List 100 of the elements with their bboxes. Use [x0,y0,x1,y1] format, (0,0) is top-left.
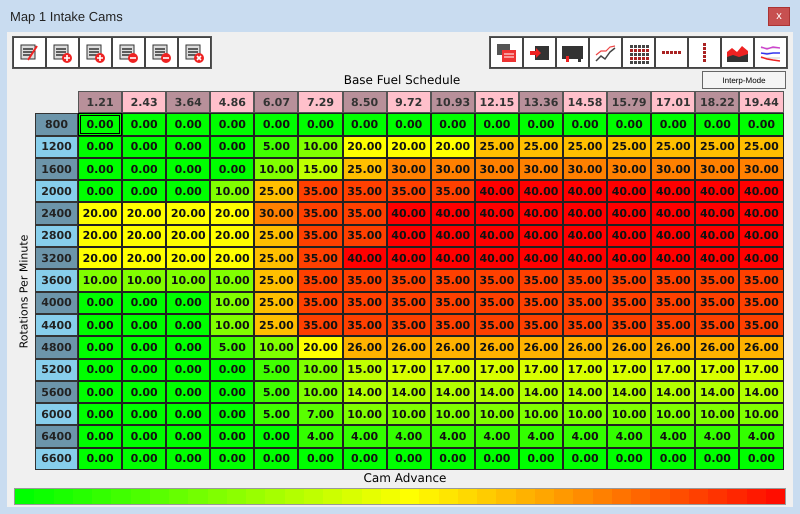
table-cell[interactable]: 0.00 [78,158,122,180]
table-cell[interactable]: 20.00 [122,247,166,270]
table-cell[interactable]: 10.00 [210,180,254,202]
table-cell[interactable]: 0.00 [518,113,564,136]
table-cell[interactable]: 35.00 [739,292,784,314]
table-cell[interactable]: 20.00 [166,224,210,248]
table-cell[interactable]: 35.00 [386,314,431,336]
table-cell[interactable]: 10.00 [386,403,431,426]
interp-mode-button[interactable]: Interp-Mode [702,71,786,89]
table-cell[interactable]: 35.00 [607,269,652,292]
table-cell[interactable]: 10.00 [210,314,254,336]
table-cell[interactable]: 0.00 [474,113,519,136]
toolbar-button[interactable] [589,37,622,68]
table-cell[interactable]: 25.00 [739,136,784,158]
table-cell[interactable]: 10.00 [298,136,343,158]
table-cell[interactable]: 0.00 [695,113,740,136]
table-cell[interactable]: 20.00 [210,247,254,270]
table-cell[interactable]: 25.00 [342,158,387,180]
table-cell[interactable]: 0.00 [607,113,652,136]
table-cell[interactable]: 40.00 [386,202,431,225]
table-cell[interactable]: 0.00 [78,425,122,448]
table-cell[interactable]: 0.00 [254,425,298,448]
toolbar-button[interactable] [178,37,211,68]
table-cell[interactable]: 0.00 [166,158,210,180]
table-cell[interactable]: 26.00 [695,336,740,359]
table-cell[interactable]: 35.00 [474,292,519,314]
table-cell[interactable]: 30.00 [607,158,652,180]
table-cell[interactable]: 0.00 [78,136,122,158]
table-cell[interactable]: 25.00 [695,136,740,158]
table-cell[interactable]: 0.00 [122,403,166,426]
table-cell[interactable]: 35.00 [298,314,343,336]
table-cell[interactable]: 35.00 [607,292,652,314]
table-cell[interactable]: 26.00 [386,336,431,359]
table-cell[interactable]: 25.00 [563,136,608,158]
close-button[interactable]: x [768,6,790,26]
table-cell[interactable]: 40.00 [474,224,519,248]
table-cell[interactable]: 0.00 [166,425,210,448]
table-cell[interactable]: 35.00 [386,292,431,314]
table-cell[interactable]: 25.00 [254,292,298,314]
table-cell[interactable]: 40.00 [474,202,519,225]
table-cell[interactable]: 0.00 [607,448,652,470]
table-cell[interactable]: 4.00 [651,425,696,448]
table-cell[interactable]: 35.00 [518,269,564,292]
table-cell[interactable]: 35.00 [518,314,564,336]
table-cell[interactable]: 0.00 [254,113,298,136]
table-cell[interactable]: 40.00 [739,247,784,270]
table-cell[interactable]: 0.00 [122,113,166,136]
table-cell[interactable]: 10.00 [78,269,122,292]
table-cell[interactable]: 5.00 [254,403,298,426]
table-cell[interactable]: 20.00 [386,136,431,158]
table-cell[interactable]: 17.00 [651,358,696,381]
table-cell[interactable]: 35.00 [739,314,784,336]
table-cell[interactable]: 0.00 [122,448,166,470]
table-cell[interactable]: 25.00 [651,136,696,158]
table-cell[interactable]: 26.00 [739,336,784,359]
table-cell[interactable]: 30.00 [651,158,696,180]
table-cell[interactable]: 4.00 [474,425,519,448]
table-cell[interactable]: 40.00 [607,202,652,225]
table-cell[interactable]: 30.00 [386,158,431,180]
table-cell[interactable]: 14.00 [518,380,564,404]
table-cell[interactable]: 35.00 [474,314,519,336]
table-cell[interactable]: 0.00 [78,380,122,404]
table-cell[interactable]: 35.00 [607,314,652,336]
table-cell[interactable]: 0.00 [563,113,608,136]
table-cell[interactable]: 0.00 [122,314,166,336]
table-cell[interactable]: 40.00 [695,224,740,248]
table-cell[interactable]: 0.00 [651,113,696,136]
table-cell[interactable]: 10.00 [651,403,696,426]
table-cell[interactable]: 20.00 [342,136,387,158]
table-cell[interactable]: 35.00 [298,247,343,270]
table-cell[interactable]: 35.00 [430,269,475,292]
table-cell[interactable]: 20.00 [122,202,166,225]
table-cell[interactable]: 14.00 [695,380,740,404]
table-cell[interactable]: 0.00 [122,292,166,314]
table-cell[interactable]: 0.00 [122,180,166,202]
table-cell[interactable]: 0.00 [210,113,254,136]
table-cell[interactable]: 35.00 [563,314,608,336]
table-cell[interactable]: 35.00 [695,292,740,314]
table-cell[interactable]: 26.00 [607,336,652,359]
table-cell[interactable]: 35.00 [342,269,387,292]
table-cell[interactable]: 20.00 [78,224,122,248]
table-cell[interactable]: 40.00 [518,224,564,248]
table-cell[interactable]: 26.00 [651,336,696,359]
table-cell[interactable]: 0.00 [254,448,298,470]
table-cell[interactable]: 10.00 [518,403,564,426]
table-cell[interactable]: 0.00 [430,113,475,136]
table-cell[interactable]: 0.00 [78,180,122,202]
table-cell[interactable]: 0.00 [166,113,210,136]
toolbar-button[interactable] [556,37,589,68]
table-cell[interactable]: 0.00 [210,136,254,158]
table-cell[interactable]: 40.00 [607,247,652,270]
table-cell[interactable]: 35.00 [430,292,475,314]
table-cell[interactable]: 30.00 [254,202,298,225]
table-cell[interactable]: 40.00 [695,247,740,270]
table-cell[interactable]: 10.00 [474,403,519,426]
table-cell[interactable]: 0.00 [166,358,210,381]
table-cell[interactable]: 0.00 [739,113,784,136]
toolbar-button[interactable] [46,37,79,68]
table-cell[interactable]: 40.00 [342,247,387,270]
table-cell[interactable]: 20.00 [122,224,166,248]
